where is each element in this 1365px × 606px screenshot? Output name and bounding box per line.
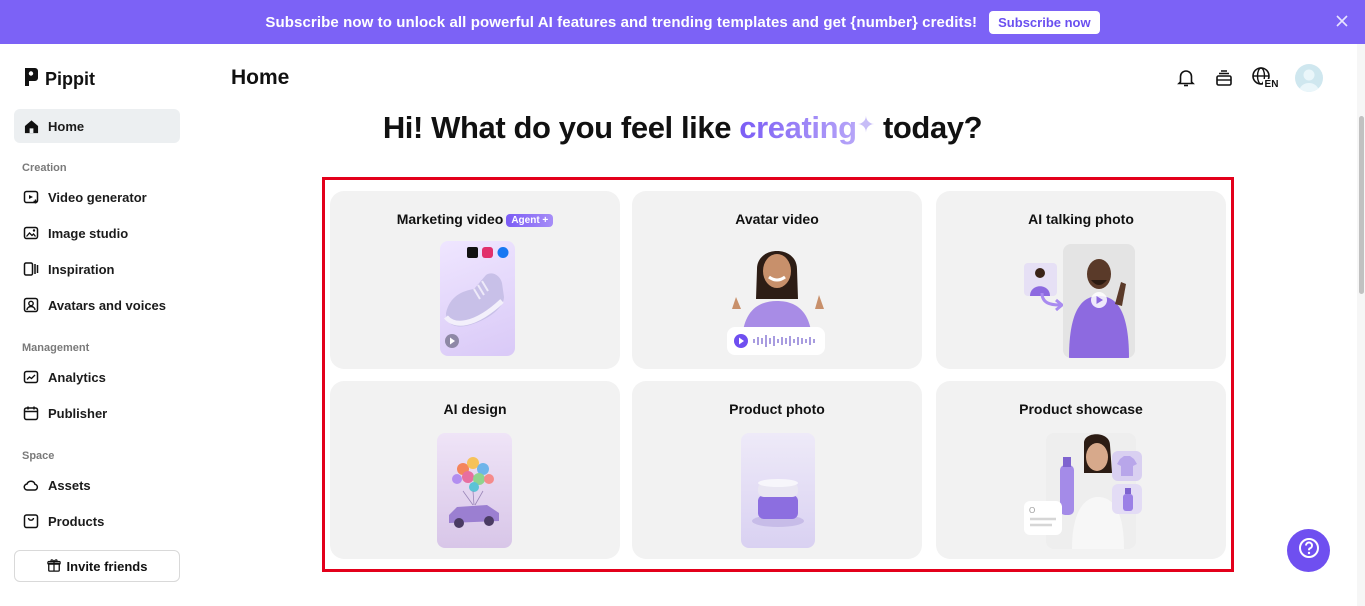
help-button[interactable] — [1287, 529, 1330, 572]
sidebar-item-products[interactable]: Products — [14, 504, 180, 538]
spray-bottle-thumbnail — [1112, 484, 1142, 514]
sidebar-item-avatars-and-voices[interactable]: Avatars and voices — [14, 288, 180, 322]
section-label-management: Management — [22, 342, 90, 354]
sidebar-item-analytics[interactable]: Analytics — [14, 360, 180, 394]
page-scrollbar[interactable] — [1357, 44, 1365, 606]
card-title: Marketing video Agent + — [330, 211, 620, 227]
sidebar-item-label: Image studio — [48, 225, 129, 241]
avatar-voice-icon — [23, 297, 39, 313]
sidebar-item-inspiration[interactable]: Inspiration — [14, 252, 180, 286]
sidebar-item-publisher[interactable]: Publisher — [14, 396, 180, 430]
header-actions: EN — [1175, 64, 1323, 92]
sneaker-thumbnail — [440, 241, 515, 356]
card-marketing-video[interactable]: Marketing video Agent + — [330, 191, 620, 369]
calendar-icon — [23, 405, 39, 421]
subscribe-now-button[interactable]: Subscribe now — [989, 10, 1100, 34]
app-logo[interactable]: Pippit — [23, 67, 95, 92]
headline-suffix: today? — [874, 110, 983, 145]
sidebar-item-video-generator[interactable]: Video generator — [14, 180, 180, 214]
cream-jar-thumbnail — [741, 433, 815, 548]
sidebar-item-label: Analytics — [48, 369, 106, 385]
scrollbar-thumb[interactable] — [1359, 116, 1364, 294]
headline-prefix: Hi! What do you feel like — [382, 110, 740, 145]
question-icon — [1298, 537, 1320, 564]
app-name: Pippit — [45, 69, 95, 89]
section-label-creation: Creation — [22, 162, 67, 174]
card-title: Avatar video — [735, 211, 819, 227]
sidebar-item-label: Assets — [48, 477, 91, 493]
avatar-thumbnail — [722, 239, 832, 359]
card-product-photo[interactable]: Product photo — [632, 381, 922, 559]
card-title: AI talking photo — [1028, 211, 1134, 227]
card-title: AI design — [443, 401, 507, 417]
sidebar-item-label: Avatars and voices — [48, 297, 167, 313]
close-icon[interactable] — [1333, 12, 1351, 30]
shirt-thumbnail — [1112, 451, 1142, 481]
balloon-car-thumbnail — [437, 433, 512, 548]
language-code: EN — [1264, 78, 1279, 90]
sidebar-item-image-studio[interactable]: Image studio — [14, 216, 180, 250]
user-avatar[interactable] — [1295, 64, 1323, 92]
sidebar-item-label: Inspiration — [48, 261, 115, 277]
image-edit-icon — [23, 225, 39, 241]
banner-text: Subscribe now to unlock all powerful AI … — [265, 13, 978, 31]
analytics-icon — [23, 369, 39, 385]
language-globe-icon[interactable]: EN — [1251, 67, 1279, 90]
card-ai-design[interactable]: AI design — [330, 381, 620, 559]
review-card-thumbnail: O — [1024, 501, 1062, 535]
page-title: Home — [231, 66, 290, 89]
inspiration-icon — [23, 261, 39, 277]
arrow-icon — [1040, 291, 1065, 316]
subscription-icon[interactable] — [1213, 67, 1235, 89]
card-title: Product showcase — [1019, 401, 1143, 417]
pippit-logo-icon — [23, 67, 39, 92]
welcome-headline: Hi! What do you feel like creating✦ toda… — [0, 110, 1365, 146]
video-plus-icon — [23, 189, 39, 205]
card-title: Product photo — [729, 401, 825, 417]
sidebar-item-label: Products — [48, 513, 105, 529]
card-product-showcase[interactable]: Product showcase O — [936, 381, 1226, 559]
cloud-icon — [23, 477, 39, 493]
sparkle-icon: ✦ — [856, 112, 875, 137]
invite-friends-button[interactable]: Invite friends — [14, 550, 180, 582]
sidebar-item-assets[interactable]: Assets — [14, 468, 180, 502]
card-avatar-video[interactable]: Avatar video — [632, 191, 922, 369]
headline-highlight: creating — [739, 110, 857, 145]
talking-photo-thumbnail — [1063, 244, 1135, 358]
sidebar-item-label: Publisher — [48, 405, 108, 421]
subscribe-banner: Subscribe now to unlock all powerful AI … — [0, 0, 1365, 44]
bell-icon[interactable] — [1175, 67, 1197, 89]
card-ai-talking-photo[interactable]: AI talking photo — [936, 191, 1226, 369]
product-box-icon — [23, 513, 39, 529]
gift-icon — [46, 558, 61, 575]
agent-badge: Agent + — [506, 214, 554, 227]
section-label-space: Space — [22, 450, 55, 462]
svg-text:O: O — [1029, 506, 1035, 515]
card-title-text: Marketing video — [396, 211, 504, 227]
invite-friends-label: Invite friends — [66, 558, 148, 574]
sidebar-item-label: Video generator — [48, 189, 147, 205]
